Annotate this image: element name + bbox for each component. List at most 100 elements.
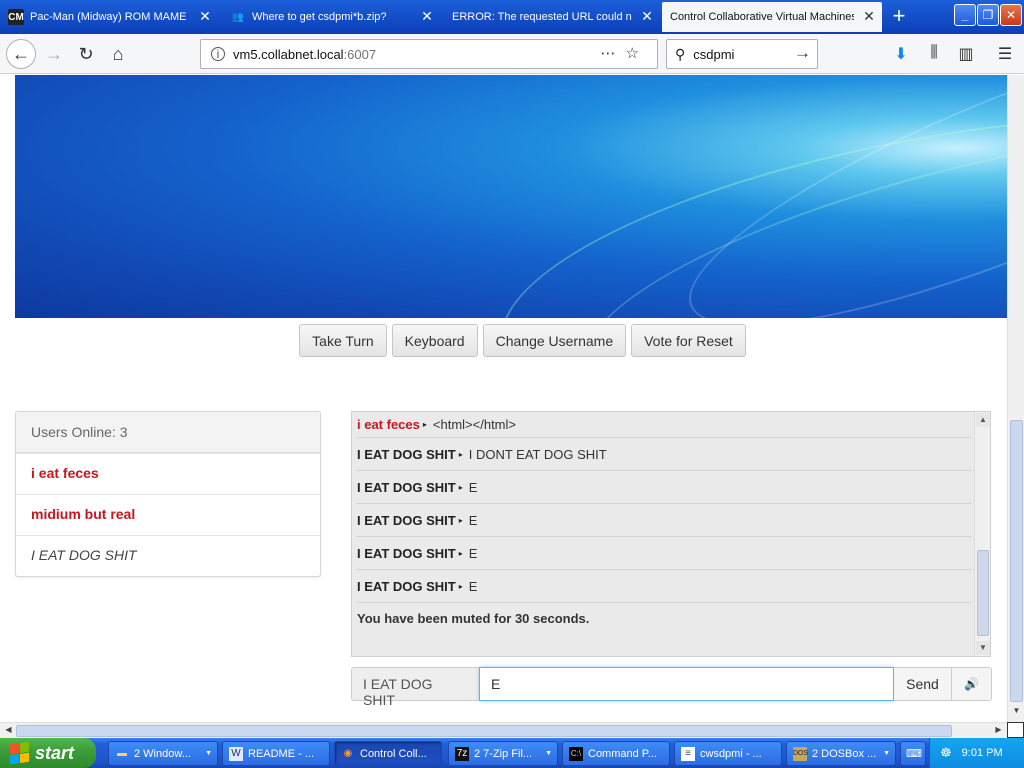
tab-pacman[interactable]: CM Pac-Man (Midway) ROM MAME - C ✕ bbox=[0, 2, 218, 32]
folder-icon: ▬ bbox=[117, 747, 127, 759]
taskbar-item-windows[interactable]: ▬ 2 Window... ▼ bbox=[108, 741, 218, 766]
keyboard-button[interactable]: Keyboard bbox=[391, 324, 478, 357]
chat-text: E bbox=[468, 512, 478, 528]
navigation-toolbar: ← → ↻ ⌂ i vm5.collabnet.local:6007 ⋯☆ ⚲ … bbox=[0, 34, 1024, 74]
taskbar-item-firefox[interactable]: ◉ Control Coll... bbox=[334, 741, 442, 766]
start-button[interactable]: start bbox=[0, 738, 96, 768]
chat-input-row: I EAT DOG SHIT Send 🔊 bbox=[351, 667, 992, 708]
network-icon[interactable]: ☸ bbox=[940, 745, 952, 761]
scrollbar-corner bbox=[1007, 722, 1024, 738]
chat-text: E bbox=[468, 545, 478, 561]
page-vertical-scrollbar[interactable]: ▼ bbox=[1007, 75, 1024, 722]
vm-controls: Take Turn Keyboard Change Username Vote … bbox=[0, 324, 1007, 357]
chat-separator-icon: ▸ bbox=[458, 515, 463, 525]
scroll-thumb[interactable] bbox=[16, 725, 952, 737]
chat-username-label: I EAT DOG SHIT bbox=[351, 667, 479, 708]
chat-message: I EAT DOG SHIT ▸ E bbox=[357, 570, 971, 603]
search-bar[interactable]: ⚲ csdpmi → bbox=[666, 39, 818, 69]
chat-scrollbar[interactable]: ▲ ▼ bbox=[974, 412, 990, 656]
back-icon[interactable]: ← bbox=[6, 39, 36, 69]
browser-tab-bar: CM Pac-Man (Midway) ROM MAME - C ✕ 👥 Whe… bbox=[0, 0, 1024, 34]
tab-label: ERROR: The requested URL could not bbox=[452, 11, 632, 23]
change-username-button[interactable]: Change Username bbox=[482, 324, 627, 357]
new-tab-icon[interactable]: + bbox=[886, 4, 912, 30]
chat-text: <html></html> bbox=[432, 417, 516, 432]
tab-label: Where to get csdpmi*b.zip? bbox=[252, 11, 387, 23]
scroll-left-icon[interactable]: ◀ bbox=[2, 725, 15, 737]
users-online-count: Users Online: 3 bbox=[16, 412, 320, 453]
search-go-icon[interactable]: → bbox=[794, 43, 811, 63]
close-tab-icon[interactable]: ✕ bbox=[420, 9, 434, 23]
send-button[interactable]: Send bbox=[894, 667, 952, 701]
tab-error[interactable]: ERROR: The requested URL could not ✕ bbox=[444, 2, 660, 32]
sidebar-icon[interactable]: ▥ bbox=[955, 44, 977, 66]
taskbar-item-command-prompt[interactable]: C:\ Command P... bbox=[562, 741, 670, 766]
search-input[interactable]: csdpmi bbox=[693, 47, 734, 62]
restore-icon[interactable]: ❐ bbox=[977, 4, 999, 26]
dropdown-arrow-icon: ▼ bbox=[883, 750, 890, 757]
close-tab-icon[interactable]: ✕ bbox=[198, 9, 212, 23]
chat-separator-icon: ▸ bbox=[458, 449, 463, 459]
chat-panel: i eat feces ▸ <html></html> I EAT DOG SHIT… bbox=[351, 411, 991, 657]
tab-csdpmi[interactable]: 👥 Where to get csdpmi*b.zip? ✕ bbox=[222, 2, 440, 32]
minimize-icon[interactable]: _ bbox=[954, 4, 976, 26]
chat-text: I DONT EAT DOG SHIT bbox=[468, 446, 607, 462]
scroll-thumb[interactable] bbox=[1010, 420, 1023, 702]
tab-label: Pac-Man (Midway) ROM MAME - C bbox=[30, 11, 190, 23]
notepad-icon: ≡ bbox=[681, 746, 695, 761]
scroll-thumb[interactable] bbox=[977, 550, 989, 636]
close-window-icon[interactable]: ✕ bbox=[1000, 4, 1022, 26]
address-bar[interactable]: i vm5.collabnet.local:6007 ⋯☆ bbox=[200, 39, 658, 69]
cm-favicon-icon: CM bbox=[8, 9, 24, 25]
scroll-down-icon[interactable]: ▼ bbox=[1010, 706, 1023, 719]
reload-icon[interactable]: ↻ bbox=[72, 40, 100, 68]
scroll-right-icon[interactable]: ▶ bbox=[992, 725, 1005, 737]
clock: 9:01 PM bbox=[961, 747, 1003, 759]
close-tab-icon[interactable]: ✕ bbox=[862, 9, 876, 23]
tab-control-vm[interactable]: Control Collaborative Virtual Machines ✕ bbox=[662, 2, 882, 32]
chat-message: I EAT DOG SHIT ▸ E bbox=[357, 504, 971, 537]
chat-message-list[interactable]: i eat feces ▸ <html></html> I EAT DOG SHIT… bbox=[352, 412, 976, 656]
user-list-item[interactable]: midium but real bbox=[16, 494, 320, 535]
vm-display[interactable] bbox=[15, 75, 1007, 318]
taskbar-item-notepad[interactable]: ≡ cwsdpmi - ... bbox=[674, 741, 782, 766]
close-tab-icon[interactable]: ✕ bbox=[640, 9, 654, 23]
vote-reset-button[interactable]: Vote for Reset bbox=[631, 324, 746, 357]
chat-message: I EAT DOG SHIT ▸ E bbox=[357, 471, 971, 504]
user-list-item[interactable]: i eat feces bbox=[16, 453, 320, 494]
chat-separator-icon: ▸ bbox=[422, 420, 427, 429]
users-online-panel: Users Online: 3 i eat feces midium but r… bbox=[15, 411, 321, 577]
chat-separator-icon: ▸ bbox=[458, 581, 463, 591]
downloads-icon[interactable]: ⬇ bbox=[890, 44, 912, 66]
taskbar-item-dosbox[interactable]: DOS 2 DOSBox ... ▼ bbox=[786, 741, 896, 766]
user-list-item[interactable]: I EAT DOG SHIT bbox=[16, 535, 320, 576]
tab-label: Control Collaborative Virtual Machines bbox=[670, 11, 854, 23]
dosbox-icon: DOS bbox=[793, 746, 808, 761]
url-text: vm5.collabnet.local:6007 bbox=[233, 46, 377, 62]
chat-username: I EAT DOG SHIT bbox=[357, 512, 456, 528]
scroll-up-icon[interactable]: ▲ bbox=[976, 413, 990, 427]
menu-icon[interactable]: ☰ bbox=[994, 44, 1016, 66]
taskbar: start ▬ 2 Window... ▼ W README - ... ◉ C… bbox=[0, 738, 1024, 768]
page-actions-icon[interactable]: ⋯☆ bbox=[601, 44, 649, 62]
keyboard-layout-icon[interactable]: ⌨ bbox=[900, 741, 926, 766]
library-icon[interactable]: ⫼ bbox=[923, 44, 945, 66]
dropdown-arrow-icon: ▼ bbox=[205, 750, 212, 757]
speaker-icon[interactable]: 🔊 bbox=[952, 667, 992, 701]
chat-username: I EAT DOG SHIT bbox=[357, 545, 456, 561]
taskbar-item-readme[interactable]: W README - ... bbox=[222, 741, 330, 766]
chat-text: E bbox=[468, 479, 478, 495]
forward-icon[interactable]: → bbox=[40, 40, 68, 68]
scroll-down-icon[interactable]: ▼ bbox=[976, 641, 990, 655]
home-icon[interactable]: ⌂ bbox=[104, 40, 132, 68]
chat-message: I EAT DOG SHIT ▸ I DONT EAT DOG SHIT bbox=[357, 438, 971, 471]
take-turn-button[interactable]: Take Turn bbox=[299, 324, 387, 357]
7zip-icon: 7z bbox=[455, 746, 469, 761]
info-icon[interactable]: i bbox=[211, 47, 225, 61]
taskbar-item-7zip[interactable]: 7z 2 7-Zip Fil... ▼ bbox=[448, 741, 558, 766]
chat-input[interactable] bbox=[479, 667, 894, 701]
system-tray: ☸ 9:01 PM bbox=[929, 738, 1024, 768]
firefox-icon: ◉ bbox=[343, 747, 353, 759]
page-horizontal-scrollbar[interactable]: ◀ ▶ bbox=[0, 722, 1007, 738]
chat-username: i eat feces bbox=[357, 417, 420, 432]
